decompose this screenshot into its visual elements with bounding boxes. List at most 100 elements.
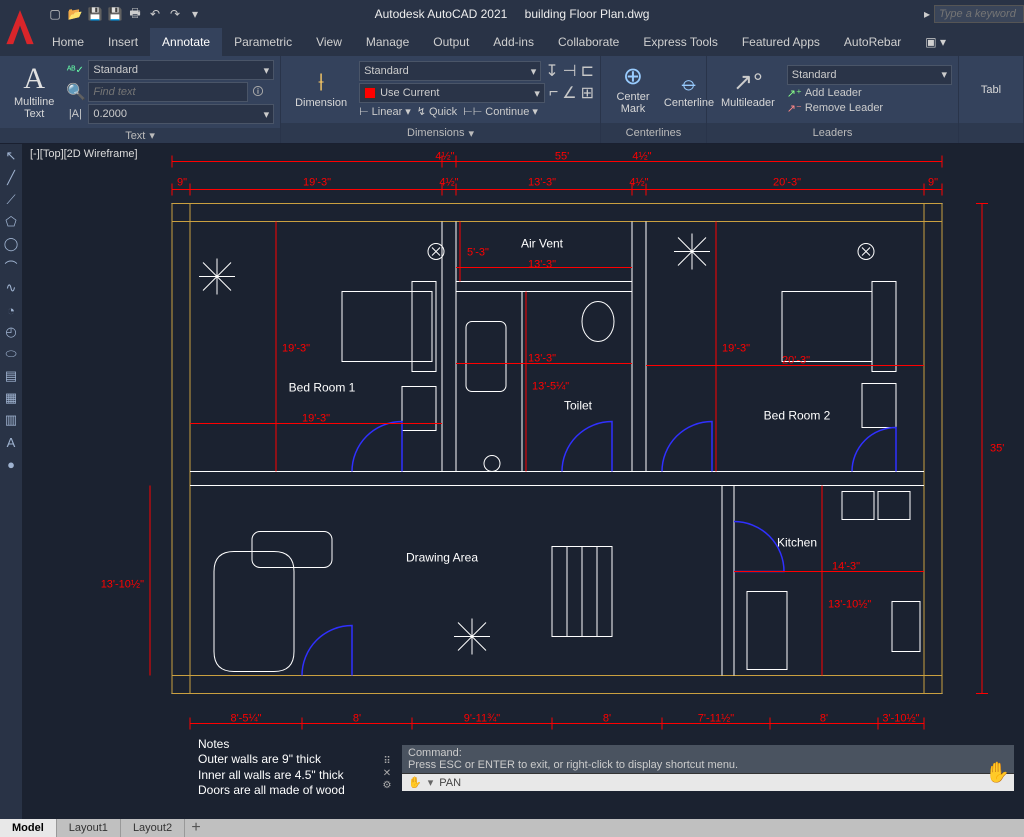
menu-item-parametric[interactable]: Parametric	[222, 28, 304, 56]
room-label-airvent: Air Vent	[521, 237, 564, 251]
tables-button[interactable]: Tabl	[965, 80, 1017, 100]
cmd-close-icon[interactable]: ✕	[381, 767, 393, 779]
draw-tool-13[interactable]: A	[3, 434, 19, 450]
draw-tool-9[interactable]: ⬭	[3, 346, 19, 362]
menu-item-home[interactable]: Home	[40, 28, 96, 56]
dim-top-wall-1: 4½"	[435, 151, 454, 163]
find-icon[interactable]: 🔍	[66, 82, 84, 102]
menu-item-insert[interactable]: Insert	[96, 28, 150, 56]
menu-item-view[interactable]: View	[304, 28, 354, 56]
open-icon[interactable]: 📂	[66, 5, 84, 23]
app-logo[interactable]	[0, 4, 40, 52]
draw-tool-2[interactable]: ⟋	[3, 192, 19, 208]
dim-oblique-icon[interactable]: ∠	[562, 83, 576, 103]
dim-jog-icon[interactable]: ⌐	[549, 84, 558, 102]
add-leader-icon: ↗⁺	[787, 87, 802, 100]
draw-tool-3[interactable]: ⬠	[3, 214, 19, 230]
draw-tool-7[interactable]: ◔	[3, 302, 19, 318]
layout-tab-layout2[interactable]: Layout2	[121, 819, 185, 837]
command-input[interactable]: ✋ ▾ PAN	[402, 774, 1014, 791]
chevron-down-icon: ▾	[264, 108, 270, 121]
dim-style-value: Standard	[364, 65, 531, 77]
menu-item-output[interactable]: Output	[421, 28, 481, 56]
panel-label-text[interactable]: Text ▾	[0, 128, 280, 143]
pan-hand-icon: ✋	[408, 776, 422, 789]
menu-item-featured-apps[interactable]: Featured Apps	[730, 28, 832, 56]
draw-tool-14[interactable]: ●	[3, 456, 19, 472]
cmd-options-icon[interactable]: ⚙	[381, 779, 393, 791]
draw-tool-5[interactable]: ⌒	[3, 258, 19, 274]
svg-text:8'-5¼": 8'-5¼"	[230, 713, 261, 725]
dim-quick-button[interactable]: ↯Quick	[417, 105, 457, 118]
layout-tab-layout1[interactable]: Layout1	[57, 819, 121, 837]
centermark-button[interactable]: ⊕ Center Mark	[607, 61, 659, 119]
room-label-kitchen: Kitchen	[777, 536, 817, 550]
menu-item-express-tools[interactable]: Express Tools	[631, 28, 729, 56]
dim-break-icon[interactable]: ⊣	[563, 61, 577, 81]
undo-icon[interactable]: ↶	[146, 5, 164, 23]
panel-label-dimensions[interactable]: Dimensions ▾	[281, 123, 600, 143]
multileader-button[interactable]: ↗° Multileader	[713, 67, 783, 113]
svg-text:19'-3": 19'-3"	[722, 343, 750, 355]
menu-item-annotate[interactable]: Annotate	[150, 28, 222, 56]
quick-access-toolbar: ▢ 📂 💾 💾 🖶 ↶ ↷ ▾	[46, 5, 204, 23]
leader-style-combo[interactable]: Standard▾	[787, 65, 952, 85]
add-leader-button[interactable]: ↗⁺Add Leader	[787, 87, 862, 100]
spellcheck-icon[interactable]: ᴬᴮ✓	[66, 65, 84, 76]
remove-leader-button[interactable]: ↗⁻Remove Leader	[787, 102, 883, 115]
draw-tool-11[interactable]: ▦	[3, 390, 19, 406]
draw-tool-8[interactable]: ◴	[3, 324, 19, 340]
dim-tol-icon[interactable]: ⊞	[581, 83, 594, 103]
text-height-combo[interactable]: 0.2000▾	[88, 104, 274, 124]
multileader-icon: ↗°	[733, 71, 763, 95]
draw-tool-0[interactable]: ↖	[3, 148, 19, 164]
saveas-icon[interactable]: 💾	[106, 5, 124, 23]
dim-style-combo[interactable]: Standard▾	[359, 61, 541, 81]
title-bar: ▢ 📂 💾 💾 🖶 ↶ ↷ ▾ Autodesk AutoCAD 2021 bu…	[0, 0, 1024, 28]
svg-text:8': 8'	[353, 713, 361, 725]
room-label-toilet: Toilet	[564, 399, 593, 413]
text-height-icon[interactable]: |A|	[66, 108, 84, 120]
dim-continue-button[interactable]: ⊢⊢Continue ▾	[463, 105, 538, 118]
find-text-input[interactable]	[88, 82, 248, 102]
menu-item-collaborate[interactable]: Collaborate	[546, 28, 631, 56]
save-icon[interactable]: 💾	[86, 5, 104, 23]
svg-text:13'-3": 13'-3"	[528, 177, 556, 189]
add-layout-tab[interactable]: +	[185, 819, 207, 837]
menu-item-manage[interactable]: Manage	[354, 28, 421, 56]
viewport[interactable]: [-][Top][2D Wireframe] 4½" 55' 4½" 9" 19…	[22, 144, 1024, 819]
dim-linear-button[interactable]: ⊢Linear ▾	[359, 105, 411, 118]
keyword-search-input[interactable]	[934, 5, 1024, 23]
view-label[interactable]: [-][Top][2D Wireframe]	[30, 148, 138, 160]
draw-tool-1[interactable]: ╱	[3, 170, 19, 186]
dim-layer-combo[interactable]: Use Current▾	[359, 83, 545, 103]
menu-item-autorebar[interactable]: AutoRebar	[832, 28, 913, 56]
layout-tab-model[interactable]: Model	[0, 819, 57, 837]
note-line: Inner all walls are 4.5" thick	[198, 768, 345, 784]
centermark-icon: ⊕	[623, 65, 643, 89]
multiline-text-label: Multiline Text	[14, 96, 54, 120]
redo-icon[interactable]: ↷	[166, 5, 184, 23]
draw-tool-12[interactable]: ▥	[3, 412, 19, 428]
menu-item-add-ins[interactable]: Add-ins	[481, 28, 546, 56]
dim-top-wall-2: 4½"	[632, 151, 651, 163]
dim-update-icon[interactable]: ↧	[545, 61, 558, 81]
menu-overflow-icon[interactable]: ▣ ▾	[913, 28, 958, 56]
new-icon[interactable]: ▢	[46, 5, 64, 23]
text-style-combo[interactable]: Standard▾	[88, 60, 274, 80]
cmd-move-icon[interactable]: ⠿	[381, 755, 393, 767]
layer-color-swatch	[364, 87, 376, 99]
draw-tool-10[interactable]: ▤	[3, 368, 19, 384]
search-caret-icon: ▸	[924, 7, 930, 21]
plot-icon[interactable]: 🖶	[126, 5, 144, 23]
chevron-down-icon: ▾	[469, 127, 475, 140]
multiline-text-button[interactable]: A Multiline Text	[6, 60, 62, 124]
drawing-area[interactable]: ↖ ╱ ⟋ ⬠ ◯ ⌒ ∿ ◔ ◴ ⬭ ▤ ▦ ▥ A ● [-][Top][2D Wireframe] 4…	[0, 144, 1024, 819]
qat-dropdown-icon[interactable]: ▾	[186, 5, 204, 23]
svg-text:9": 9"	[177, 177, 187, 189]
draw-tool-4[interactable]: ◯	[3, 236, 19, 252]
dim-space-icon[interactable]: ⊏	[581, 61, 594, 81]
svg-text:13'-10½": 13'-10½"	[101, 579, 144, 591]
dimension-button[interactable]: ⟊ Dimension	[287, 67, 355, 113]
draw-tool-6[interactable]: ∿	[3, 280, 19, 296]
